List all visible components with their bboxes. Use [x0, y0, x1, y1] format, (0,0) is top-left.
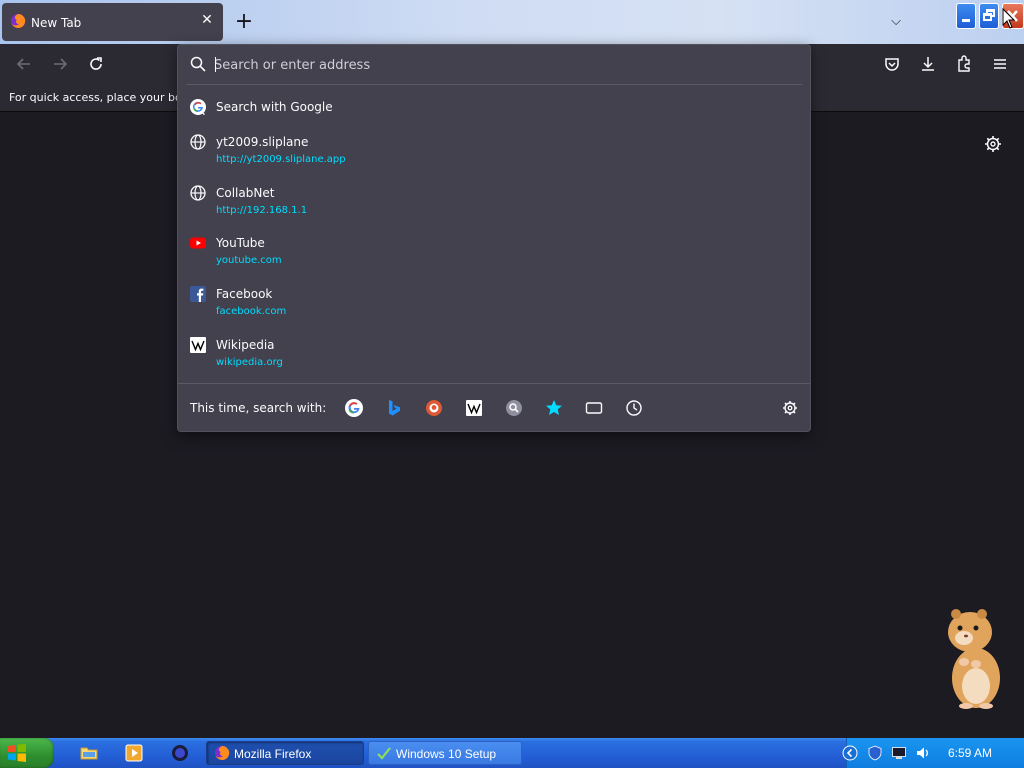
wikipedia-engine-icon[interactable]: [464, 398, 484, 418]
suggestion-title: Wikipedia: [216, 338, 275, 352]
mouse-cursor-icon: [1002, 8, 1016, 29]
suggestion-title: Search with Google: [216, 100, 333, 114]
restore-button[interactable]: [979, 3, 999, 29]
newtab-settings-icon[interactable]: [983, 134, 1003, 154]
downloads-icon[interactable]: [918, 54, 938, 74]
menu-icon[interactable]: [990, 54, 1010, 74]
suggestion-url: wikipedia.org: [216, 357, 283, 368]
windows-logo-icon: [8, 743, 26, 762]
divider: [178, 383, 810, 384]
back-icon[interactable]: [14, 54, 34, 74]
wikipedia-icon: [190, 337, 206, 353]
history-clock-icon[interactable]: [624, 398, 644, 418]
suggestion-title: yt2009.sliplane: [216, 135, 309, 149]
start-button[interactable]: [0, 738, 54, 768]
suggestion-title: CollabNet: [216, 186, 275, 200]
duckduckgo-engine-icon[interactable]: [424, 398, 444, 418]
bookmarks-star-icon[interactable]: [544, 398, 564, 418]
firefox-icon: [215, 745, 230, 760]
divider: [186, 84, 802, 85]
suggestion-title: Facebook: [216, 287, 273, 301]
security-shield-icon[interactable]: [867, 745, 883, 761]
globe-icon: [190, 134, 206, 150]
setup-icon: [377, 747, 391, 760]
suggestion-youtube[interactable]: [178, 231, 810, 273]
suggestion-url: youtube.com: [216, 255, 282, 266]
youtube-icon: [190, 237, 206, 249]
search-settings-icon[interactable]: [780, 398, 800, 418]
globe-icon: [190, 185, 206, 201]
tabs-icon[interactable]: [584, 398, 604, 418]
search-icon: [190, 56, 206, 72]
search-with-label: This time, search with:: [190, 401, 327, 415]
text-caret: [215, 57, 216, 72]
extensions-icon[interactable]: [954, 54, 974, 74]
minimize-button[interactable]: [956, 3, 976, 29]
forward-icon[interactable]: [50, 54, 70, 74]
hamster-desktop-pet: [948, 609, 1000, 709]
suggestion-url: facebook.com: [216, 306, 287, 317]
suggestion-url: http://192.168.1.1: [216, 205, 308, 216]
new-tab-button[interactable]: +: [234, 11, 254, 33]
suggestion-title: YouTube: [216, 236, 265, 250]
pocket-icon[interactable]: [882, 54, 902, 74]
firefox-icon: [11, 13, 26, 28]
tab-title: New Tab: [31, 16, 82, 30]
google-engine-icon[interactable]: [344, 398, 364, 418]
file-explorer-icon[interactable]: [79, 743, 99, 763]
search-engine-icon[interactable]: [504, 398, 524, 418]
google-icon: [190, 99, 206, 116]
address-input[interactable]: [214, 55, 794, 75]
tab-close-icon[interactable]: ✕: [199, 12, 215, 28]
facebook-icon: [190, 286, 206, 302]
suggestion-facebook[interactable]: [178, 282, 810, 324]
tray-expand-icon[interactable]: [842, 745, 858, 761]
clock[interactable]: 6:59 AM: [948, 746, 992, 760]
media-player-icon[interactable]: [124, 743, 144, 763]
network-monitor-icon[interactable]: [891, 745, 907, 761]
suggestion-url: http://yt2009.sliplane.app: [216, 154, 346, 165]
bing-engine-icon[interactable]: [384, 398, 404, 418]
browser-quicklaunch-icon[interactable]: [170, 743, 190, 763]
reload-icon[interactable]: [86, 54, 106, 74]
volume-icon[interactable]: [915, 745, 931, 761]
list-all-tabs-button[interactable]: ⌵: [886, 12, 906, 32]
